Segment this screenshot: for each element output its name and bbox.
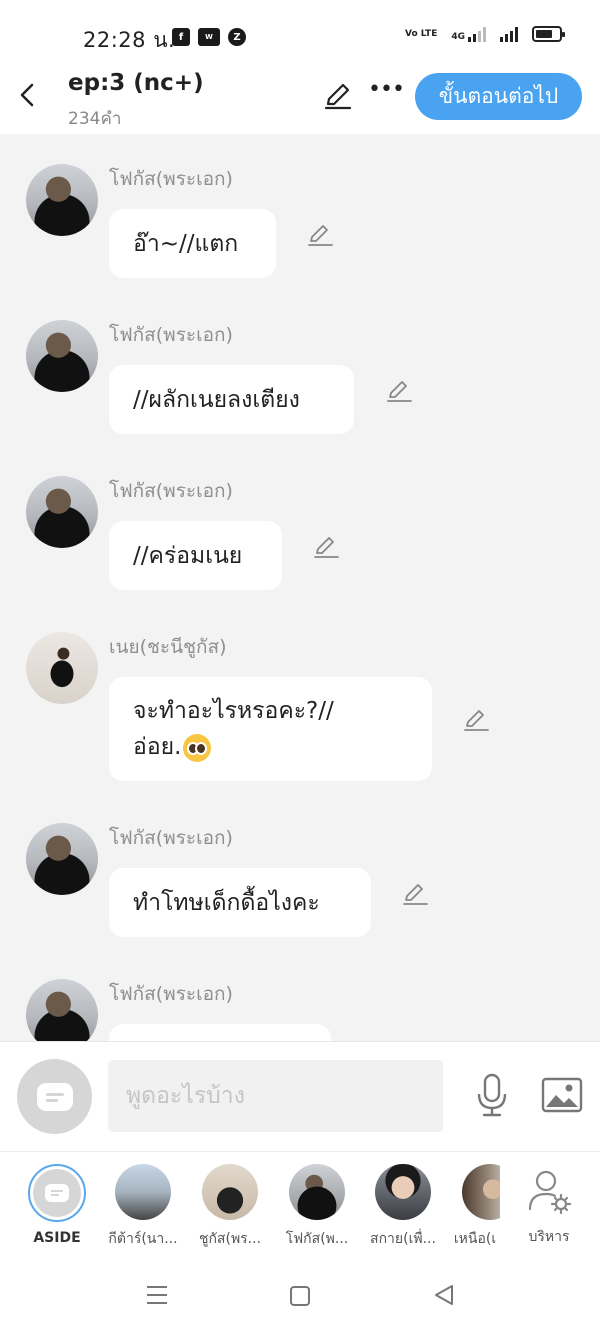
more-options-icon[interactable]: ••• <box>368 79 405 106</box>
character-label: ASIDE <box>33 1230 81 1246</box>
message-input[interactable] <box>108 1060 443 1132</box>
back-arrow-icon[interactable] <box>14 80 42 110</box>
manage-user-gear-icon <box>528 1170 572 1215</box>
edit-message-pencil-icon[interactable] <box>385 377 413 405</box>
character-label: บริหาร <box>528 1229 570 1245</box>
avatar <box>202 1164 258 1220</box>
message-bubble[interactable] <box>109 1024 331 1041</box>
character-label: โฟกัส(พ... <box>285 1231 349 1247</box>
avatar <box>462 1164 500 1220</box>
sender-name: โฟกัส(พระเอก) <box>109 983 233 1005</box>
edit-message-pencil-icon[interactable] <box>312 533 340 561</box>
avatar[interactable] <box>26 632 98 704</box>
character-label: สกาย(เพื่... <box>370 1231 436 1247</box>
avatar[interactable] <box>26 476 98 548</box>
avatar[interactable] <box>26 164 98 236</box>
network-type: 4G <box>451 32 465 42</box>
message-text: //คร่อมเนย <box>133 542 243 569</box>
sender-name: โฟกัส(พระเอก) <box>109 168 233 190</box>
battery-icon <box>532 26 565 42</box>
message-bubble[interactable]: ทำโทษเด็กดื้อไงคะ <box>109 868 371 937</box>
chat-message[interactable]: โฟกัส(พระเอก) //คร่อมเนย <box>0 476 600 596</box>
recent-apps-icon[interactable] <box>146 1285 168 1305</box>
message-input-bar <box>0 1041 600 1151</box>
signal-4g-icon: 4G <box>451 26 486 42</box>
volte-icon: Vo LTE <box>405 28 438 39</box>
chat-bubble-icon <box>36 1082 73 1111</box>
home-icon[interactable] <box>290 1286 310 1306</box>
system-navigation-bar <box>0 1259 600 1333</box>
microphone-icon[interactable] <box>474 1072 510 1118</box>
message-text-line-2: อ่อย. <box>133 729 212 765</box>
status-time: 22:28 น. <box>83 28 176 52</box>
message-bubble[interactable]: จะทำอะไรหรอคะ?// อ่อย. <box>109 677 432 781</box>
character-selector: ASIDE กีต้าร์(นา... ชูกัส(พร... โฟกัส(พ.… <box>0 1151 600 1259</box>
image-upload-icon[interactable] <box>541 1076 583 1114</box>
character-aside[interactable]: ASIDE <box>17 1164 97 1246</box>
edit-message-pencil-icon[interactable] <box>401 880 429 908</box>
episode-title[interactable]: ep:3 (nc+) <box>68 70 204 96</box>
character-label: ชูกัส(พร... <box>198 1231 262 1247</box>
chat-area[interactable]: โฟกัส(พระเอก) อ๊า~//แตก โฟกัส(พระเอก) //… <box>0 134 600 1041</box>
status-app-icons: f W Z <box>172 28 246 46</box>
message-text-line-1: จะทำอะไรหรอคะ?// <box>133 698 334 724</box>
message-bubble[interactable]: //ผลักเนยลงเตียง <box>109 365 354 434</box>
character-chukas[interactable]: ชูกัส(พร... <box>190 1164 270 1250</box>
status-bar: 22:28 น. f W Z Vo LTE 4G <box>0 0 600 70</box>
chat-message[interactable]: โฟกัส(พระเอก) //ผลักเนยลงเตียง <box>0 320 600 440</box>
message-text: ทำโทษเด็กดื้อไงคะ <box>133 889 320 916</box>
aside-toggle-button[interactable] <box>17 1059 92 1134</box>
manage-characters-button[interactable]: บริหาร <box>509 1164 589 1248</box>
editor-header: ep:3 (nc+) 234คำ ••• ขั้นตอนต่อไป <box>0 66 600 134</box>
chat-message[interactable]: โฟกัส(พระเอก) อ๊า~//แตก <box>0 164 600 284</box>
sender-name: เนย(ชะนีชูกัส) <box>109 636 227 658</box>
character-sky[interactable]: สกาย(เพื่... <box>363 1164 443 1250</box>
avatar[interactable] <box>26 823 98 895</box>
avatar <box>375 1164 431 1220</box>
message-bubble[interactable]: อ๊า~//แตก <box>109 209 276 278</box>
character-nuea[interactable]: เหนือ(เ <box>450 1164 500 1250</box>
chat-bubble-icon <box>45 1184 69 1202</box>
avatar <box>289 1164 345 1220</box>
next-step-button[interactable]: ขั้นตอนต่อไป <box>415 73 582 120</box>
aside-avatar <box>28 1164 86 1222</box>
sender-name: โฟกัส(พระเอก) <box>109 827 233 849</box>
sender-name: โฟกัส(พระเอก) <box>109 324 233 346</box>
back-triangle-icon[interactable] <box>432 1283 456 1307</box>
character-label: กีต้าร์(นา... <box>108 1231 178 1247</box>
message-text: อ๊า~//แตก <box>133 230 239 257</box>
character-focus[interactable]: โฟกัส(พ... <box>277 1164 357 1250</box>
status-system-icons: Vo LTE 4G <box>405 26 565 42</box>
z-app-icon: Z <box>228 28 246 46</box>
character-guitar[interactable]: กีต้าร์(นา... <box>103 1164 183 1250</box>
edit-message-pencil-icon[interactable] <box>462 706 490 734</box>
message-text: //ผลักเนยลงเตียง <box>133 386 300 413</box>
avatar[interactable] <box>26 320 98 392</box>
sender-name: โฟกัส(พระเอก) <box>109 480 233 502</box>
avatar <box>115 1164 171 1220</box>
facebook-icon: f <box>172 28 190 46</box>
character-label: เหนือ(เ <box>453 1231 497 1247</box>
webtoon-icon: W <box>198 28 220 46</box>
edit-message-pencil-icon[interactable] <box>306 221 334 249</box>
word-count: 234คำ <box>68 109 122 129</box>
edit-pencil-icon[interactable] <box>322 80 354 112</box>
pleading-face-emoji-icon <box>183 733 212 762</box>
message-bubble[interactable]: //คร่อมเนย <box>109 521 282 590</box>
signal-icon <box>500 26 518 42</box>
avatar[interactable] <box>26 979 98 1041</box>
chat-message[interactable]: โฟกัส(พระเอก) ทำโทษเด็กดื้อไงคะ <box>0 823 600 943</box>
chat-message[interactable]: เนย(ชะนีชูกัส) จะทำอะไรหรอคะ?// อ่อย. <box>0 632 600 792</box>
chat-message[interactable]: โฟกัส(พระเอก) <box>0 979 600 1041</box>
